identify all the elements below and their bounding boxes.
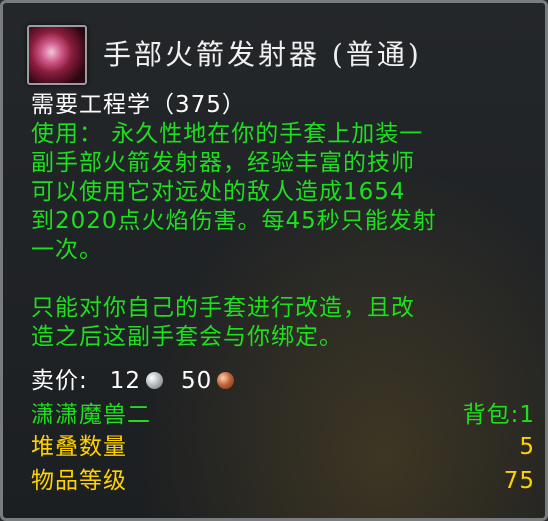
item-description: 使用： 永久性地在你的手套上加装一 副手部火箭发射器，经验丰富的技师 可以使用它…	[31, 120, 437, 352]
stack-size-value: 5	[519, 434, 535, 460]
description-line: 副手部火箭发射器，经验丰富的技师	[31, 150, 415, 176]
description-line: 一次。	[31, 237, 103, 263]
copper-coin-icon	[217, 372, 235, 389]
description-line: 可以使用它对远处的敌人造成1654	[31, 179, 406, 205]
bag-count: 背包:1	[462, 402, 535, 428]
source-label: 潇潇魔兽二	[31, 402, 151, 428]
sell-price-label: 卖价:	[31, 368, 88, 394]
sell-price: 卖价: 12 50	[31, 367, 252, 395]
description-line: 使用： 永久性地在你的手套上加装一	[31, 121, 424, 147]
item-name: 手部火箭发射器 (普通)	[103, 38, 422, 71]
silver-amount: 12	[109, 368, 142, 394]
description-line: 造之后这副手套会与你绑定。	[31, 324, 343, 350]
item-level-value: 75	[503, 468, 535, 494]
description-line	[31, 265, 437, 294]
item-level-label: 物品等级	[31, 468, 127, 494]
silver-coin-icon	[146, 372, 164, 389]
rocket-launcher-icon	[27, 25, 87, 85]
stack-size-label: 堆叠数量	[31, 434, 127, 460]
copper-amount: 50	[181, 368, 213, 394]
description-line: 到2020点火焰伤害。每45秒只能发射	[31, 208, 437, 234]
item-tooltip: 手部火箭发射器 (普通) 需要工程学（375） 使用： 永久性地在你的手套上加装…	[0, 0, 548, 521]
description-line: 只能对你自己的手套进行改造，且改	[31, 295, 415, 321]
profession-requirement: 需要工程学（375）	[31, 92, 246, 118]
